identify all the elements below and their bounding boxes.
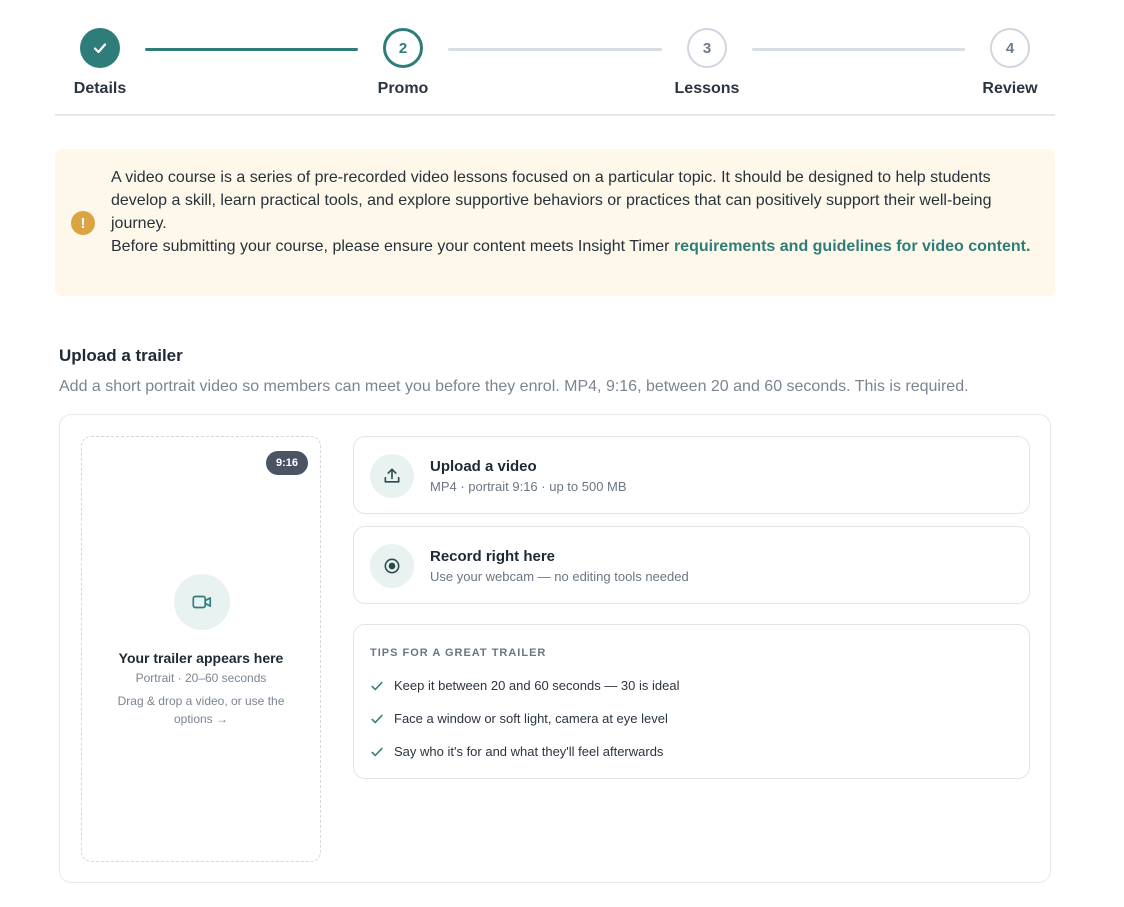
check-icon xyxy=(371,714,383,723)
tips-heading: TIPS FOR A GREAT TRAILER xyxy=(370,647,547,659)
tip-text: Keep it between 20 and 60 seconds — 30 i… xyxy=(394,678,680,693)
checkmark-icon xyxy=(93,43,107,54)
guidelines-link[interactable]: requirements and guidelines for video co… xyxy=(674,238,1031,255)
preview-hint: Drag & drop a video, or use the options … xyxy=(117,694,285,726)
preview-title: Your trailer appears here xyxy=(118,650,284,666)
step-label: Details xyxy=(73,80,127,97)
tip-text: Face a window or soft light, camera at e… xyxy=(394,711,668,726)
exclamation-icon: ! xyxy=(71,211,95,235)
step-label: Promo xyxy=(377,80,429,97)
step-lessons[interactable]: 3 Lessons xyxy=(647,28,767,98)
step-complete-circle xyxy=(80,28,120,68)
step-promo[interactable]: 2 Promo xyxy=(343,28,463,98)
preview-subtitle: Portrait · 20–60 seconds xyxy=(135,671,267,685)
upload-icon xyxy=(370,454,414,498)
trailer-dropzone[interactable]: 9:16 Your trailer appears here Portrait … xyxy=(81,436,321,862)
trailer-tips-panel: TIPS FOR A GREAT TRAILER Keep it between… xyxy=(353,624,1030,779)
step-number: 2 xyxy=(383,28,423,68)
check-icon xyxy=(371,747,383,756)
step-details[interactable]: Details xyxy=(40,28,160,98)
tip-text: Say who it's for and what they'll feel a… xyxy=(394,744,664,759)
video-course-notice: ! A video course is a series of pre-reco… xyxy=(55,149,1055,296)
step-connector-3 xyxy=(752,48,965,51)
option-subtitle: Use your webcam — no editing tools neede… xyxy=(430,569,689,584)
record-icon xyxy=(370,544,414,588)
tip-item: Face a window or soft light, camera at e… xyxy=(370,711,668,726)
progress-stepper: Details 2 Promo 3 Lessons 4 Review xyxy=(55,0,1055,116)
notice-text: A video course is a series of pre-record… xyxy=(111,166,1031,258)
section-description: Add a short portrait video so members ca… xyxy=(59,378,969,395)
step-connector-2 xyxy=(448,48,662,51)
option-title: Record right here xyxy=(430,548,556,565)
notice-guidelines-text: Before submitting your course, please en… xyxy=(111,238,674,255)
notice-paragraph: A video course is a series of pre-record… xyxy=(111,169,992,232)
step-label: Lessons xyxy=(674,80,740,97)
aspect-ratio-badge: 9:16 xyxy=(265,451,308,475)
section-title: Upload a trailer xyxy=(59,346,183,365)
step-connector-1 xyxy=(145,48,358,51)
option-title: Upload a video xyxy=(430,458,537,475)
step-number: 4 xyxy=(990,28,1030,68)
step-label: Review xyxy=(982,80,1038,97)
check-icon xyxy=(371,681,383,690)
tip-item: Say who it's for and what they'll feel a… xyxy=(370,744,663,759)
step-number: 3 xyxy=(687,28,727,68)
step-review[interactable]: 4 Review xyxy=(950,28,1070,98)
upload-video-option[interactable]: Upload a video MP4 · portrait 9:16 · up … xyxy=(353,436,1030,514)
option-subtitle: MP4 · portrait 9:16 · up to 500 MB xyxy=(430,479,627,494)
trailer-upload-card: 9:16 Your trailer appears here Portrait … xyxy=(59,414,1051,883)
notice-paragraph-2: Before submitting your course, please en… xyxy=(111,235,1031,258)
tip-item: Keep it between 20 and 60 seconds — 30 i… xyxy=(370,678,679,693)
video-camera-icon xyxy=(174,574,230,630)
record-video-option[interactable]: Record right here Use your webcam — no e… xyxy=(353,526,1030,604)
